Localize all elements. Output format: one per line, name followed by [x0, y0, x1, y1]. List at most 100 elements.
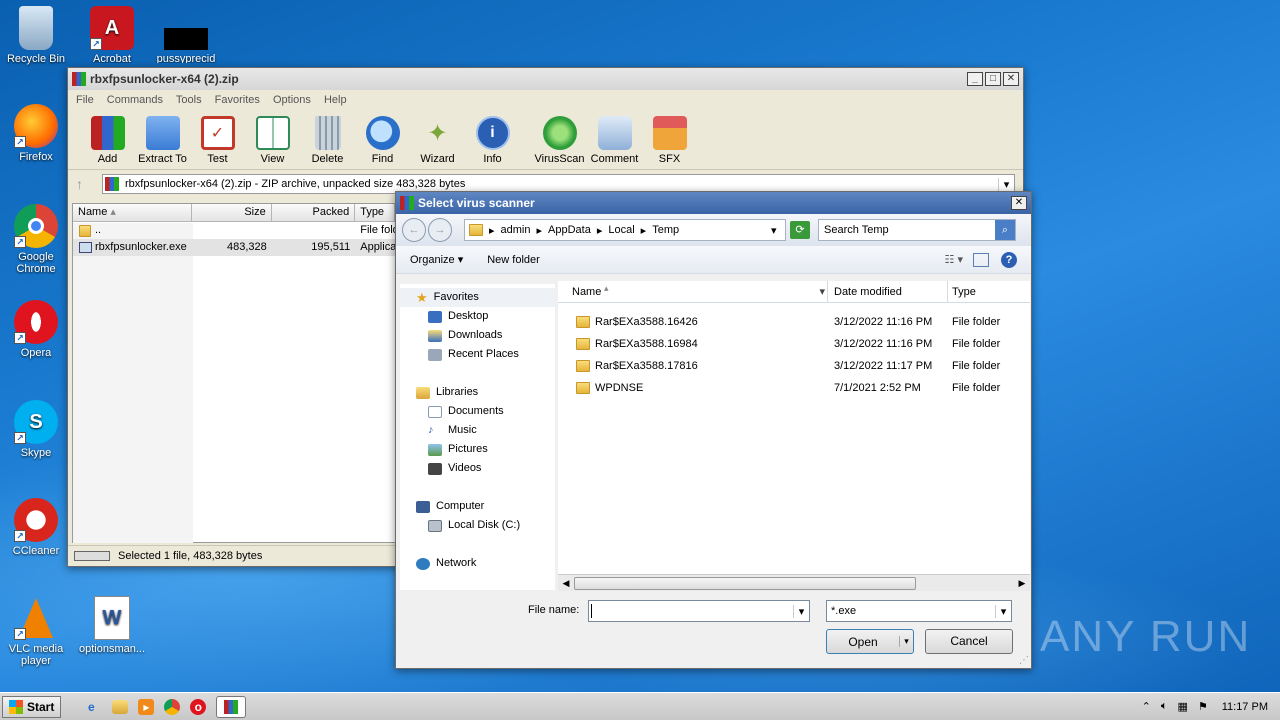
nav-downloads[interactable]: Downloads: [400, 326, 555, 345]
toolbar-find-button[interactable]: Find: [355, 116, 410, 169]
tray-expand-icon[interactable]: ⌃: [1142, 700, 1151, 713]
file-type-select[interactable]: *.exe ▾: [826, 600, 1012, 622]
toolbar-test-button[interactable]: ✓ Test: [190, 116, 245, 169]
forward-button[interactable]: →: [428, 218, 452, 242]
action-center-flag-icon[interactable]: ⚑: [1198, 700, 1208, 713]
col-header-type[interactable]: Type: [948, 281, 1028, 302]
toolbar-comment-button[interactable]: Comment: [587, 116, 642, 169]
col-header-name[interactable]: Name ▴ ▾: [558, 281, 828, 302]
clock[interactable]: 11:17 PM: [1222, 701, 1268, 713]
toolbar-virusscan-button[interactable]: VirusScan: [532, 116, 587, 169]
table-row[interactable]: .. File fold: [73, 222, 395, 239]
list-item[interactable]: Rar$EXa3588.16426 3/12/2022 11:16 PM Fil…: [558, 311, 1030, 333]
file-name-dropdown-icon[interactable]: ▾: [793, 604, 809, 618]
nav-network[interactable]: Network: [400, 554, 555, 573]
new-folder-button[interactable]: New folder: [487, 254, 540, 266]
search-icon[interactable]: ⌕: [995, 220, 1015, 240]
desktop-icon-word-doc[interactable]: W optionsman...: [76, 596, 148, 655]
desktop-icon-ccleaner[interactable]: ↗ CCleaner: [0, 498, 72, 557]
desktop-icon-opera[interactable]: ↗ Opera: [0, 300, 72, 359]
list-item[interactable]: Rar$EXa3588.17816 3/12/2022 11:17 PM Fil…: [558, 355, 1030, 377]
dialog-close-button[interactable]: ✕: [1011, 196, 1027, 210]
file-name-input[interactable]: ▾: [588, 600, 810, 622]
organize-button[interactable]: Organize ▾: [410, 253, 463, 266]
path-dropdown-icon[interactable]: ▾: [998, 177, 1014, 191]
nav-recent-places[interactable]: Recent Places: [400, 345, 555, 364]
nav-libraries[interactable]: Libraries: [400, 383, 555, 402]
back-button[interactable]: ←: [402, 218, 426, 242]
nav-local-disk[interactable]: Local Disk (C:): [400, 516, 555, 535]
table-row-selected[interactable]: rbxfpsunlocker.exe 483,328 195,511 Appli…: [73, 239, 395, 256]
nav-pictures[interactable]: Pictures: [400, 440, 555, 459]
menu-tools[interactable]: Tools: [176, 94, 202, 106]
scroll-right-icon[interactable]: ▶: [1014, 578, 1030, 589]
scroll-left-icon[interactable]: ◀: [558, 578, 574, 589]
cancel-button[interactable]: Cancel: [925, 629, 1013, 654]
list-item[interactable]: WPDNSE 7/1/2021 2:52 PM File folder: [558, 377, 1030, 399]
menu-file[interactable]: File: [76, 94, 94, 106]
taskbar-explorer-icon[interactable]: [112, 699, 129, 714]
nav-favorites[interactable]: ★ Favorites: [400, 288, 555, 307]
taskbar-media-player-icon[interactable]: ▸: [138, 698, 155, 715]
menu-options[interactable]: Options: [273, 94, 311, 106]
open-dropdown-icon[interactable]: ▾: [899, 636, 913, 647]
desktop-icon-vlc[interactable]: ↗ VLC media player: [0, 596, 72, 667]
toolbar-add-button[interactable]: Add: [80, 116, 135, 169]
refresh-button[interactable]: ⟳: [790, 221, 810, 239]
col-type[interactable]: Type: [355, 204, 395, 222]
up-arrow-icon[interactable]: ↑: [76, 176, 102, 192]
resize-grip-icon[interactable]: ⋰: [1019, 655, 1029, 666]
volume-icon[interactable]: 🔈︎: [1161, 700, 1168, 713]
taskbar-winrar-icon[interactable]: [216, 695, 247, 718]
breadcrumb-temp[interactable]: Temp: [652, 224, 771, 236]
nav-videos[interactable]: Videos: [400, 459, 555, 478]
breadcrumb-admin[interactable]: admin: [501, 224, 531, 236]
desktop-icon-chrome[interactable]: ↗ Google Chrome: [0, 204, 72, 275]
desktop-icon-skype[interactable]: S ↗ Skype: [0, 400, 72, 459]
breadcrumb-appdata[interactable]: AppData: [548, 224, 591, 236]
maximize-button[interactable]: □: [985, 72, 1001, 86]
dialog-titlebar[interactable]: Select virus scanner ✕: [396, 192, 1031, 214]
col-name[interactable]: Name ▴: [73, 204, 193, 222]
close-button[interactable]: ✕: [1003, 72, 1019, 86]
horizontal-scrollbar[interactable]: ◀ ▶: [558, 574, 1030, 591]
desktop-icon-redacted[interactable]: pussyprecid: [150, 6, 222, 63]
breadcrumb-local[interactable]: Local: [608, 224, 634, 236]
desktop-icon-firefox[interactable]: ↗ Firefox: [0, 104, 72, 163]
file-type-dropdown-icon[interactable]: ▾: [995, 604, 1011, 618]
toolbar-sfx-button[interactable]: SFX: [642, 116, 697, 169]
toolbar-extract-button[interactable]: Extract To: [135, 116, 190, 169]
col-header-date[interactable]: Date modified: [828, 281, 948, 302]
taskbar-opera-icon[interactable]: o: [190, 698, 207, 715]
col-packed[interactable]: Packed: [271, 204, 356, 222]
taskbar-ie-icon[interactable]: e: [80, 696, 102, 718]
preview-pane-icon[interactable]: [973, 252, 989, 267]
list-item[interactable]: Rar$EXa3588.16984 3/12/2022 11:16 PM Fil…: [558, 333, 1030, 355]
nav-computer[interactable]: Computer: [400, 497, 555, 516]
breadcrumb[interactable]: ▸ admin ▸ AppData ▸ Local ▸ Temp ▾: [464, 219, 786, 241]
desktop-icon-recycle-bin[interactable]: Recycle Bin: [0, 6, 72, 65]
nav-music[interactable]: ♪ Music: [400, 421, 555, 440]
winrar-titlebar[interactable]: rbxfpsunlocker-x64 (2).zip _ □ ✕: [68, 68, 1023, 90]
chevron-down-icon[interactable]: ▾: [771, 224, 785, 237]
toolbar-info-button[interactable]: i Info: [465, 116, 520, 169]
menu-favorites[interactable]: Favorites: [215, 94, 260, 106]
scroll-thumb[interactable]: [574, 576, 916, 590]
toolbar-view-button[interactable]: View: [245, 116, 300, 169]
start-button[interactable]: Start: [2, 695, 62, 718]
network-tray-icon[interactable]: ▦: [1177, 700, 1187, 713]
view-options-icon[interactable]: ☷ ▾: [945, 253, 963, 266]
menu-commands[interactable]: Commands: [107, 94, 163, 106]
open-button[interactable]: Open ▾: [826, 629, 914, 654]
help-icon[interactable]: ?: [1001, 251, 1017, 268]
search-field[interactable]: Search Temp ⌕: [818, 219, 1016, 241]
nav-documents[interactable]: Documents: [400, 402, 555, 421]
desktop-icon-acrobat[interactable]: A ↗ Acrobat: [76, 6, 148, 63]
taskbar-chrome-icon[interactable]: [164, 698, 181, 715]
toolbar-wizard-button[interactable]: ✦ Wizard: [410, 116, 465, 169]
minimize-button[interactable]: _: [967, 72, 983, 86]
col-size[interactable]: Size: [192, 204, 272, 222]
nav-desktop[interactable]: Desktop: [400, 307, 555, 326]
menu-help[interactable]: Help: [324, 94, 347, 106]
toolbar-delete-button[interactable]: Delete: [300, 116, 355, 169]
